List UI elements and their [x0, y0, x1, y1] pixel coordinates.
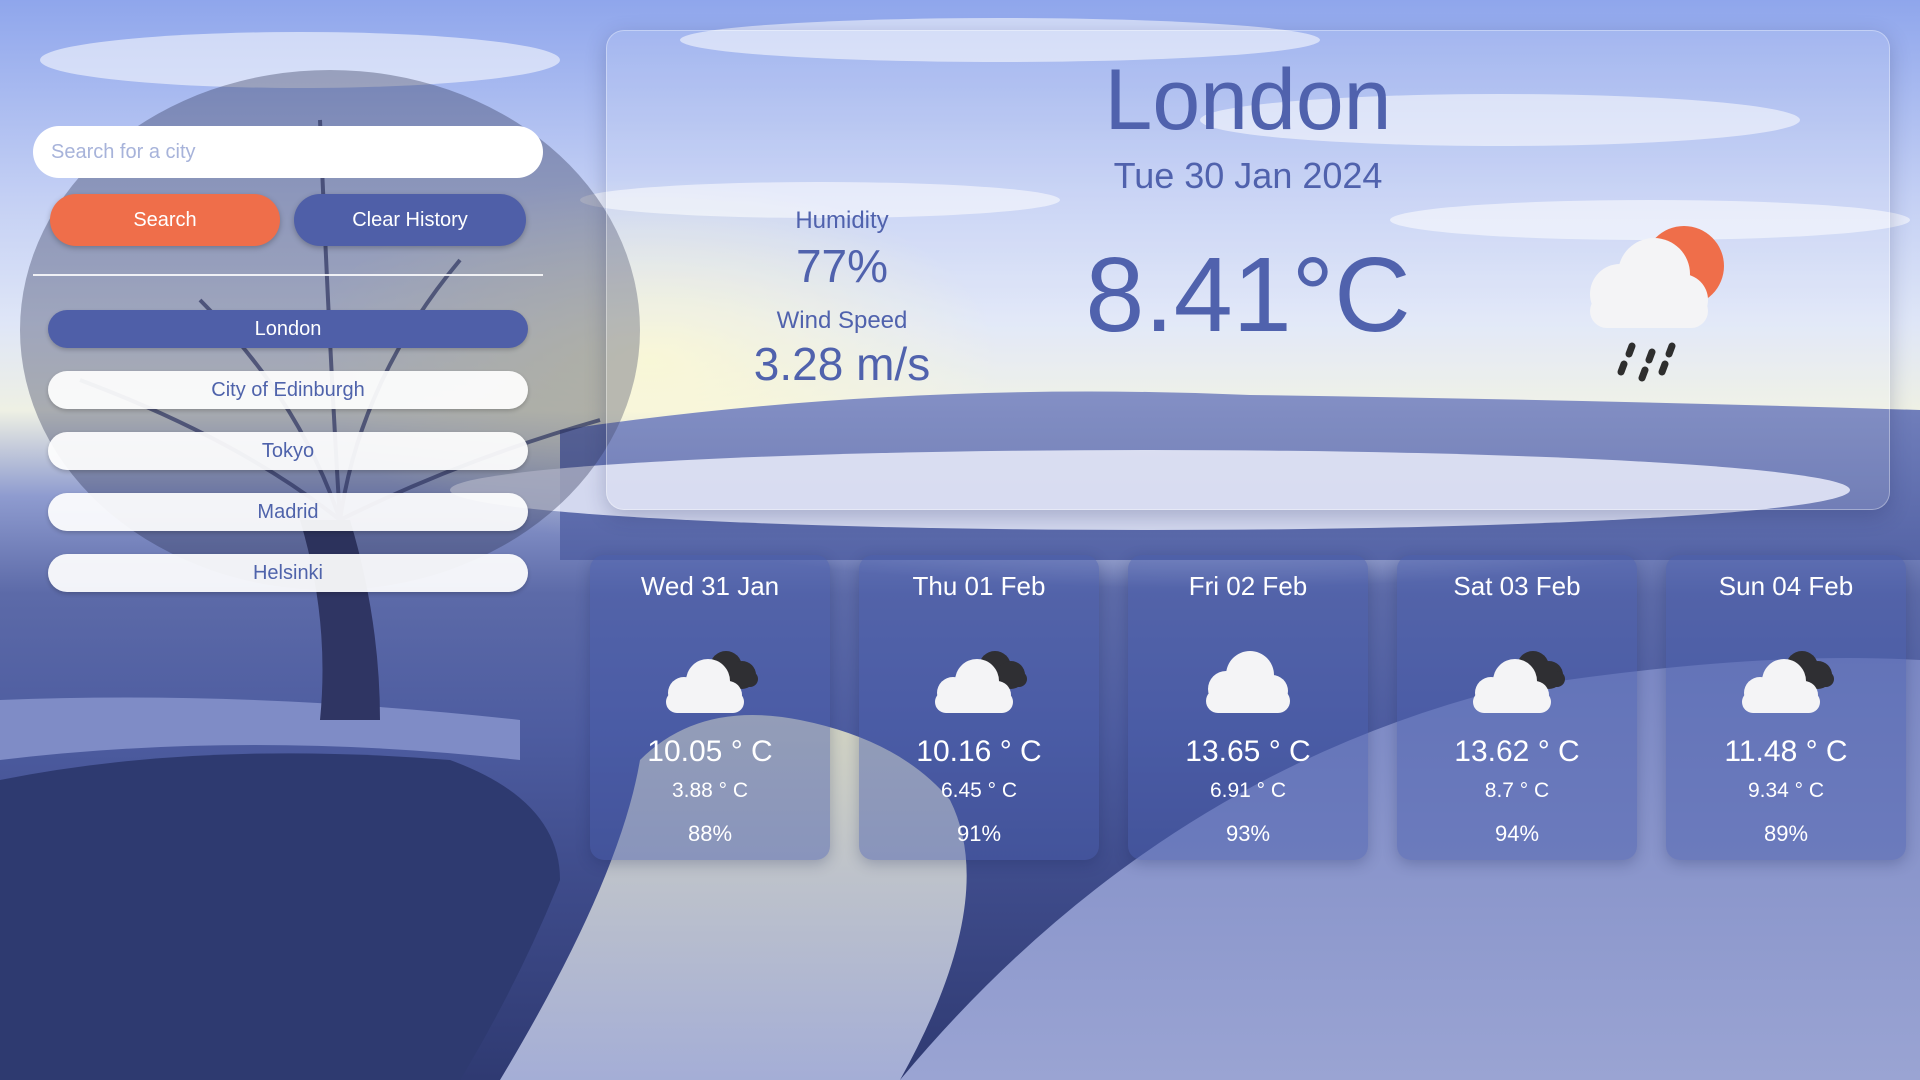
- forecast-low: 6.45 ° C: [940, 779, 1018, 802]
- forecast-high: 11.48 ° C: [1724, 735, 1848, 768]
- history-item-london[interactable]: London: [48, 310, 528, 348]
- forecast-humidity: 93%: [1225, 821, 1271, 846]
- forecast-high: 10.16 ° C: [916, 735, 1042, 768]
- forecast-day: Sat 03 Feb: [1453, 571, 1581, 601]
- current-date: Tue 30 Jan 2024: [1113, 155, 1383, 196]
- sun-cloud-rain-icon: [1590, 226, 1724, 382]
- history-item-tokyo[interactable]: Tokyo: [48, 432, 528, 470]
- cloud-icon: [1206, 651, 1290, 713]
- forecast-low: 8.7 ° C: [1484, 779, 1550, 802]
- forecast-low: 6.91 ° C: [1209, 779, 1287, 802]
- forecast-day: Fri 02 Feb: [1188, 571, 1308, 601]
- forecast-high: 10.05 ° C: [647, 735, 773, 768]
- forecast-low: 3.88 ° C: [671, 779, 749, 802]
- forecast-high: 13.62 ° C: [1454, 735, 1580, 768]
- forecast-day: Wed 31 Jan: [640, 571, 780, 601]
- forecast-high: 13.65 ° C: [1185, 735, 1311, 768]
- forecast-card: Wed 31 Jan 10.05 ° C 3.88 ° C 88%: [590, 555, 830, 860]
- button-row: Search Clear History: [50, 194, 543, 246]
- humidity-value: 77%: [795, 240, 889, 292]
- wind-speed-value: 3.28 m/s: [753, 338, 931, 390]
- city-name: London: [1104, 52, 1392, 148]
- forecast-card: Thu 01 Feb 10.16 ° C 6.45 ° C 91%: [859, 555, 1099, 860]
- forecast-humidity: 94%: [1494, 821, 1540, 846]
- cloudy-icon: [666, 651, 758, 713]
- search-input[interactable]: [33, 126, 543, 178]
- history-item-madrid[interactable]: Madrid: [48, 493, 528, 531]
- cloudy-icon: [1742, 651, 1834, 713]
- forecast-day: Sun 04 Feb: [1718, 571, 1854, 601]
- wind-speed-label: Wind Speed: [776, 307, 908, 334]
- cloudy-icon: [935, 651, 1027, 713]
- forecast-card: Sat 03 Feb 13.62 ° C 8.7 ° C 94%: [1397, 555, 1637, 860]
- forecast-humidity: 89%: [1763, 821, 1809, 846]
- forecast-card: Sun 04 Feb 11.48 ° C 9.34 ° C 89%: [1666, 555, 1906, 860]
- search-history-list: London City of Edinburgh Tokyo Madrid He…: [48, 310, 543, 592]
- forecast-card: Fri 02 Feb 13.65 ° C 6.91 ° C 93%: [1128, 555, 1368, 860]
- history-item-city-of-edinburgh[interactable]: City of Edinburgh: [48, 371, 528, 409]
- history-item-helsinki[interactable]: Helsinki: [48, 554, 528, 592]
- forecast-humidity: 88%: [687, 821, 733, 846]
- forecast-humidity: 91%: [956, 821, 1002, 846]
- forecast-day: Thu 01 Feb: [912, 571, 1046, 601]
- search-button[interactable]: Search: [50, 194, 280, 246]
- current-weather-card: London Tue 30 Jan 2024 8.41°C Humidity 7…: [606, 30, 1890, 510]
- humidity-label: Humidity: [795, 207, 889, 234]
- divider: [33, 274, 543, 276]
- forecast-low: 9.34 ° C: [1747, 779, 1825, 802]
- cloudy-icon: [1473, 651, 1565, 713]
- sidebar: Search Clear History London City of Edin…: [33, 126, 543, 615]
- clear-history-button[interactable]: Clear History: [294, 194, 526, 246]
